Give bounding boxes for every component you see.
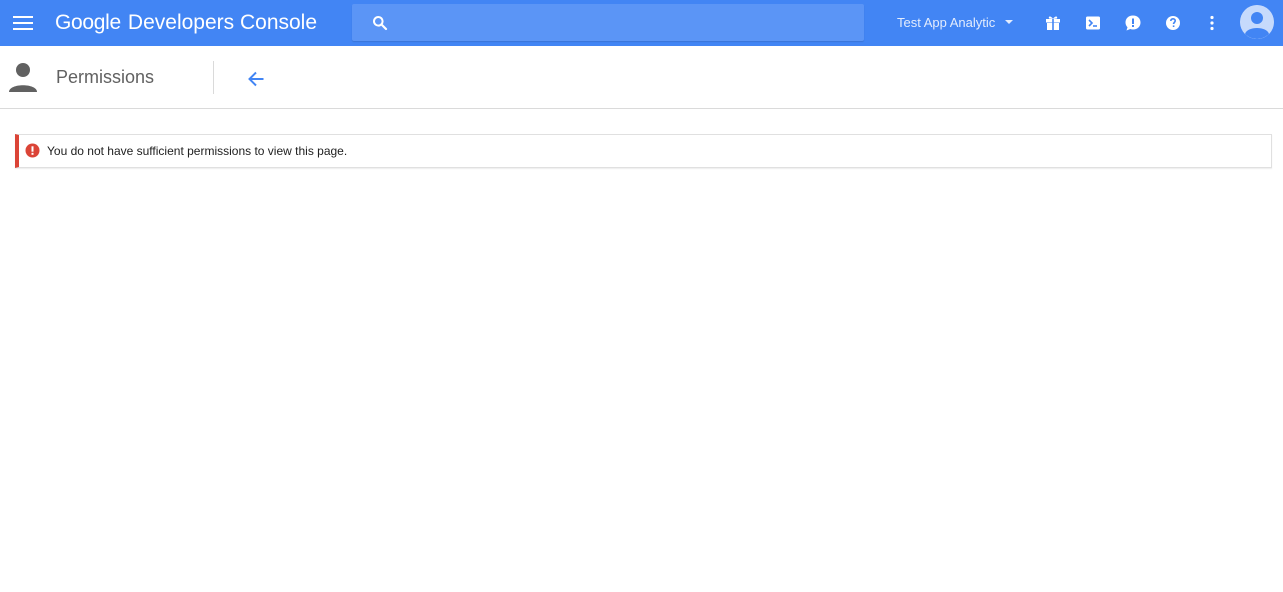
feedback-button[interactable]	[1121, 11, 1145, 35]
brand-google: Google	[55, 11, 121, 34]
help-icon	[1166, 16, 1180, 30]
arrow-back-icon	[248, 71, 264, 87]
search-icon	[373, 16, 388, 31]
error-message: You do not have sufficient permissions t…	[47, 144, 348, 158]
gift-button[interactable]	[1041, 11, 1065, 35]
brand-logo[interactable]: Google Developers Console	[55, 10, 317, 36]
project-name: Test App Analytic	[897, 14, 996, 30]
caret-down-icon	[1005, 20, 1014, 24]
more-options-button[interactable]	[1200, 11, 1224, 35]
gift-icon	[1046, 16, 1060, 30]
page-header: Permissions	[0, 46, 1283, 109]
error-icon	[25, 143, 40, 158]
person-icon	[9, 63, 37, 92]
help-button[interactable]	[1161, 11, 1185, 35]
account-avatar[interactable]	[1240, 5, 1274, 39]
project-selector[interactable]: Test App Analytic	[897, 12, 1014, 32]
more-vert-icon	[1210, 15, 1214, 31]
feedback-icon	[1125, 15, 1141, 31]
menu-icon	[13, 16, 33, 30]
back-button[interactable]	[244, 67, 268, 91]
search-box[interactable]	[352, 4, 864, 41]
terminal-icon	[1086, 16, 1100, 30]
search-input[interactable]	[398, 4, 853, 41]
header-divider	[213, 61, 214, 94]
account-icon	[1240, 5, 1274, 39]
top-app-bar: Google Developers Console Test App Analy…	[0, 0, 1283, 46]
menu-button[interactable]	[10, 10, 36, 36]
page-title: Permissions	[56, 67, 155, 87]
brand-product: Developers Console	[127, 11, 318, 34]
cloud-shell-button[interactable]	[1081, 11, 1105, 35]
error-banner: You do not have sufficient permissions t…	[15, 134, 1272, 168]
